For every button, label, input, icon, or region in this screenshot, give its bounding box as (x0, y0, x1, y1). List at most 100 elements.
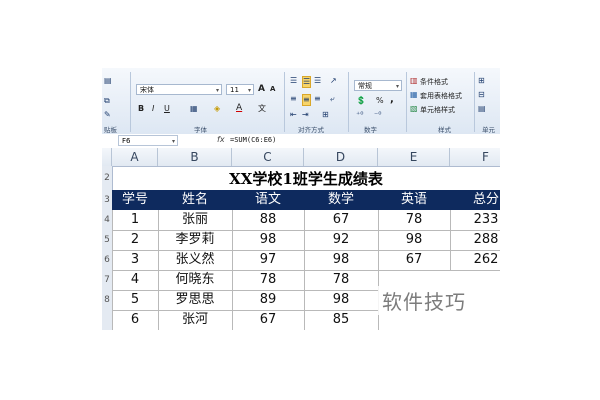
decrease-indent-icon[interactable]: ⇤ (290, 110, 297, 120)
table-cell[interactable]: 张河 (158, 310, 232, 330)
column-header[interactable]: F (450, 148, 500, 166)
table-cell[interactable]: 3 (112, 250, 158, 270)
format-painter-icon[interactable]: ✎ (104, 110, 111, 120)
group-clipboard-label: 贴板 (104, 126, 117, 134)
delete-cells-icon[interactable]: ⊟ (478, 90, 485, 100)
number-format-select[interactable]: 常规 ▾ (354, 80, 402, 91)
cell-style-button[interactable]: 单元格样式 (420, 105, 455, 115)
header-cell[interactable]: 学号 (112, 190, 158, 210)
table-cell[interactable]: 85 (304, 310, 378, 330)
table-cell[interactable]: 67 (304, 210, 378, 230)
ribbon-separator (474, 72, 475, 132)
bold-button[interactable]: B (138, 104, 144, 113)
row-header[interactable]: 3 (102, 190, 112, 210)
table-cell[interactable]: 5 (112, 290, 158, 310)
conditional-format-icon[interactable]: ▥ (410, 76, 418, 86)
align-right-icon[interactable]: ≡ (314, 94, 321, 104)
row-header[interactable]: 5 (102, 230, 112, 250)
header-cell[interactable]: 语文 (232, 190, 304, 210)
table-cell[interactable]: 2 (112, 230, 158, 250)
underline-button[interactable]: U (164, 104, 170, 113)
conditional-format-button[interactable]: 条件格式 (420, 77, 448, 87)
formula-input[interactable]: =SUM(C6:E6) (230, 136, 276, 144)
table-cell[interactable]: 98 (304, 290, 378, 310)
select-all-corner[interactable] (102, 148, 112, 166)
column-header[interactable]: D (304, 148, 378, 166)
align-center-icon[interactable]: ≡ (302, 94, 311, 106)
fill-color-icon[interactable]: ◈ (214, 104, 220, 114)
table-format-icon[interactable]: ▦ (410, 90, 418, 100)
table-cell[interactable]: 92 (304, 230, 378, 250)
align-middle-icon[interactable]: ☰ (302, 76, 312, 88)
table-cell[interactable]: 张义然 (158, 250, 232, 270)
orientation-icon[interactable]: ↗ (330, 76, 337, 86)
table-cell[interactable]: 89 (232, 290, 304, 310)
table-cell[interactable]: 1 (112, 210, 158, 230)
copy-icon[interactable]: ⧉ (104, 96, 110, 106)
column-headers: A B C D E F (102, 148, 500, 167)
fx-icon[interactable]: fx (217, 135, 225, 144)
table-cell[interactable]: 98 (304, 250, 378, 270)
italic-button[interactable]: I (152, 104, 154, 113)
merge-center-icon[interactable]: ⊞ (322, 110, 329, 120)
column-header[interactable]: E (378, 148, 450, 166)
table-cell[interactable]: 4 (112, 270, 158, 290)
align-top-icon[interactable]: ☰ (290, 76, 297, 86)
table-cell[interactable]: 李罗莉 (158, 230, 232, 250)
table-cell[interactable]: 罗思思 (158, 290, 232, 310)
header-cell[interactable]: 英语 (378, 190, 450, 210)
font-size-select[interactable]: 11 ▾ (226, 84, 254, 95)
row-header[interactable]: 6 (102, 250, 112, 270)
table-cell[interactable]: 张丽 (158, 210, 232, 230)
row-header[interactable]: 7 (102, 270, 112, 290)
increase-decimal-icon[interactable]: ⁺⁰ (356, 110, 363, 120)
align-bottom-icon[interactable]: ☰ (314, 76, 321, 86)
border-icon[interactable]: ▦ (190, 104, 198, 114)
ribbon-separator (348, 72, 349, 132)
format-cells-icon[interactable]: ▤ (478, 104, 486, 114)
table-cell[interactable]: 233 (450, 210, 500, 230)
row-header[interactable]: 8 (102, 290, 112, 310)
name-box[interactable]: F6 ▾ (118, 135, 178, 146)
font-color-icon[interactable]: A (236, 103, 242, 113)
percent-button[interactable]: % (376, 96, 384, 105)
column-header[interactable]: B (158, 148, 232, 166)
header-cell[interactable]: 姓名 (158, 190, 232, 210)
header-cell[interactable]: 数学 (304, 190, 378, 210)
table-cell[interactable]: 6 (112, 310, 158, 330)
insert-cells-icon[interactable]: ⊞ (478, 76, 485, 86)
column-header[interactable]: A (112, 148, 158, 166)
table-cell[interactable]: 78 (378, 210, 450, 230)
comma-button[interactable]: , (390, 94, 394, 105)
table-cell[interactable]: 262 (450, 250, 500, 270)
font-name-select[interactable]: 宋体 ▾ (136, 84, 222, 95)
paste-icon[interactable]: ▤ (104, 76, 112, 86)
table-cell[interactable]: 67 (232, 310, 304, 330)
table-cell[interactable]: 288 (450, 230, 500, 250)
table-cell[interactable]: 88 (232, 210, 304, 230)
wrap-text-icon[interactable]: ⤶ (330, 94, 334, 104)
table-cell[interactable]: 何晓东 (158, 270, 232, 290)
column-header[interactable]: C (232, 148, 304, 166)
header-cell[interactable]: 总分 (450, 190, 500, 210)
table-cell[interactable]: 97 (232, 250, 304, 270)
table-cell[interactable]: 78 (232, 270, 304, 290)
row-header[interactable]: 2 (102, 166, 112, 190)
table-format-button[interactable]: 套用表格格式 (420, 91, 462, 101)
shrink-font-icon[interactable]: A (270, 85, 275, 93)
currency-icon[interactable]: 💲 (356, 96, 366, 106)
table-cell[interactable]: 98 (378, 230, 450, 250)
cell-style-icon[interactable]: ▧ (410, 104, 418, 114)
group-font-label: 字体 (194, 126, 207, 134)
increase-indent-icon[interactable]: ⇥ (302, 110, 309, 120)
table-cell[interactable]: 78 (304, 270, 378, 290)
table-cell[interactable]: 67 (378, 250, 450, 270)
grow-font-icon[interactable]: A (258, 84, 265, 94)
table-cell[interactable]: 98 (232, 230, 304, 250)
grid-line (112, 310, 378, 311)
phonetic-button[interactable]: 文 (258, 103, 266, 114)
align-left-icon[interactable]: ≡ (290, 94, 297, 104)
decrease-decimal-icon[interactable]: ⁻⁰ (374, 110, 381, 120)
sheet-title[interactable]: XX学校1班学生成绩表 (112, 166, 500, 190)
row-header[interactable]: 4 (102, 210, 112, 230)
